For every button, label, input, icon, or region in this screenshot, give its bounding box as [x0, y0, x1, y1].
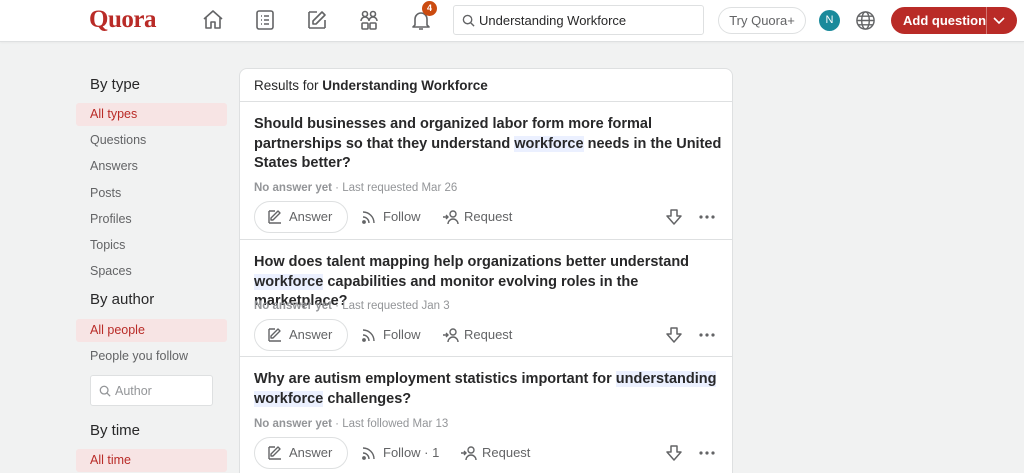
follow-icon — [362, 211, 375, 224]
question-actions: Answer Follow · 1 Request — [254, 437, 724, 469]
question-actions: Answer Follow Request — [254, 319, 724, 351]
meta-text: · Last requested Jan 3 — [331, 300, 450, 312]
downvote-icon[interactable] — [665, 326, 683, 344]
more-options-icon[interactable] — [698, 208, 716, 226]
title-text: challenges? — [323, 390, 412, 407]
question-meta: No answer yet · Last requested Mar 26 — [254, 182, 457, 194]
answer-button[interactable]: Answer — [254, 319, 348, 351]
request-button[interactable]: Request — [442, 319, 512, 351]
request-button[interactable]: Request — [442, 201, 512, 233]
filter-profiles[interactable]: Profiles — [76, 208, 227, 231]
button-divider — [986, 7, 987, 34]
try-quora-plus-button[interactable]: Try Quora+ — [718, 7, 806, 34]
title-text: How does talent mapping help organizatio… — [254, 254, 690, 270]
follow-button[interactable]: Follow — [361, 201, 421, 233]
spaces-icon[interactable] — [357, 8, 381, 32]
edit-icon[interactable] — [305, 8, 329, 32]
by-author-heading: By author — [90, 291, 155, 308]
question-title[interactable]: Why are autism employment statistics imp… — [254, 370, 724, 409]
results-panel: Results for Understanding Workforce Shou… — [239, 68, 733, 473]
request-icon — [443, 328, 459, 343]
request-label: Request — [464, 209, 513, 224]
question-actions: Answer Follow Request — [254, 201, 724, 233]
more-options-icon[interactable] — [698, 326, 716, 344]
request-icon — [461, 446, 477, 461]
question-item: How does talent mapping help organizatio… — [240, 240, 732, 357]
question-meta: No answer yet · Last followed Mar 13 — [254, 418, 448, 430]
results-query: Understanding Workforce — [322, 78, 488, 93]
meta-text: · Last requested Mar 26 — [331, 182, 458, 194]
answer-label: Answer — [289, 209, 333, 224]
search-input[interactable] — [479, 10, 699, 30]
avatar[interactable]: N — [819, 10, 840, 31]
search-bar[interactable] — [453, 5, 704, 35]
top-nav-bar: Quora 4 Try Quora+ N Add question — [0, 0, 1024, 42]
title-highlight: workforce — [514, 135, 584, 152]
follow-label: Follow — [383, 209, 421, 224]
request-label: Request — [464, 327, 513, 342]
globe-icon[interactable] — [855, 10, 876, 31]
question-item: Should businesses and organized labor fo… — [240, 102, 732, 240]
downvote-icon[interactable] — [665, 444, 683, 462]
filter-answers[interactable]: Answers — [76, 155, 227, 178]
notification-badge: 4 — [422, 1, 437, 16]
filter-all-people[interactable]: All people — [76, 319, 227, 342]
follow-label: Follow · 1 — [383, 445, 440, 460]
question-meta: No answer yet · Last requested Jan 3 — [254, 300, 450, 312]
by-time-heading: By time — [90, 422, 141, 439]
search-icon — [99, 385, 111, 397]
no-answer-label: No answer yet — [254, 300, 332, 312]
filter-topics[interactable]: Topics — [76, 234, 227, 257]
by-type-heading: By type — [90, 76, 141, 93]
title-text: Why are autism employment statistics imp… — [254, 371, 616, 387]
add-question-label: Add question — [903, 13, 987, 28]
title-highlight: workforce — [254, 273, 324, 290]
pencil-icon — [268, 210, 281, 224]
more-options-icon[interactable] — [698, 444, 716, 462]
answer-button[interactable]: Answer — [254, 201, 348, 233]
follow-button[interactable]: Follow — [361, 319, 421, 351]
filter-all-types[interactable]: All types — [76, 103, 227, 126]
add-question-button[interactable]: Add question — [891, 7, 1017, 34]
results-prefix: Results for — [254, 78, 319, 93]
answer-button[interactable]: Answer — [254, 437, 348, 469]
downvote-icon[interactable] — [665, 208, 683, 226]
request-label: Request — [482, 445, 531, 460]
answer-label: Answer — [289, 327, 333, 342]
filter-questions[interactable]: Questions — [76, 129, 227, 152]
meta-text: · Last followed Mar 13 — [331, 418, 449, 430]
author-search[interactable] — [90, 375, 213, 406]
no-answer-label: No answer yet — [254, 182, 332, 194]
search-icon — [462, 14, 475, 27]
pencil-icon — [268, 328, 281, 342]
follow-icon — [362, 447, 375, 460]
question-item: Why are autism employment statistics imp… — [240, 357, 732, 473]
follow-icon — [362, 329, 375, 342]
request-icon — [443, 210, 459, 225]
request-button[interactable]: Request — [460, 437, 530, 469]
author-input[interactable] — [115, 382, 207, 400]
chevron-down-icon[interactable] — [992, 13, 1006, 27]
results-header: Results for Understanding Workforce — [240, 69, 732, 102]
no-answer-label: No answer yet — [254, 418, 332, 430]
filter-spaces[interactable]: Spaces — [76, 260, 227, 283]
follow-button[interactable]: Follow · 1 — [361, 437, 439, 469]
quora-logo[interactable]: Quora — [89, 6, 156, 34]
question-title[interactable]: Should businesses and organized labor fo… — [254, 115, 724, 174]
home-icon[interactable] — [201, 8, 225, 32]
filter-all-time[interactable]: All time — [76, 449, 227, 472]
filter-people-you-follow[interactable]: People you follow — [76, 345, 227, 368]
following-icon[interactable] — [253, 8, 277, 32]
answer-label: Answer — [289, 445, 333, 460]
follow-label: Follow — [383, 327, 421, 342]
pencil-icon — [268, 446, 281, 460]
filter-posts[interactable]: Posts — [76, 182, 227, 205]
